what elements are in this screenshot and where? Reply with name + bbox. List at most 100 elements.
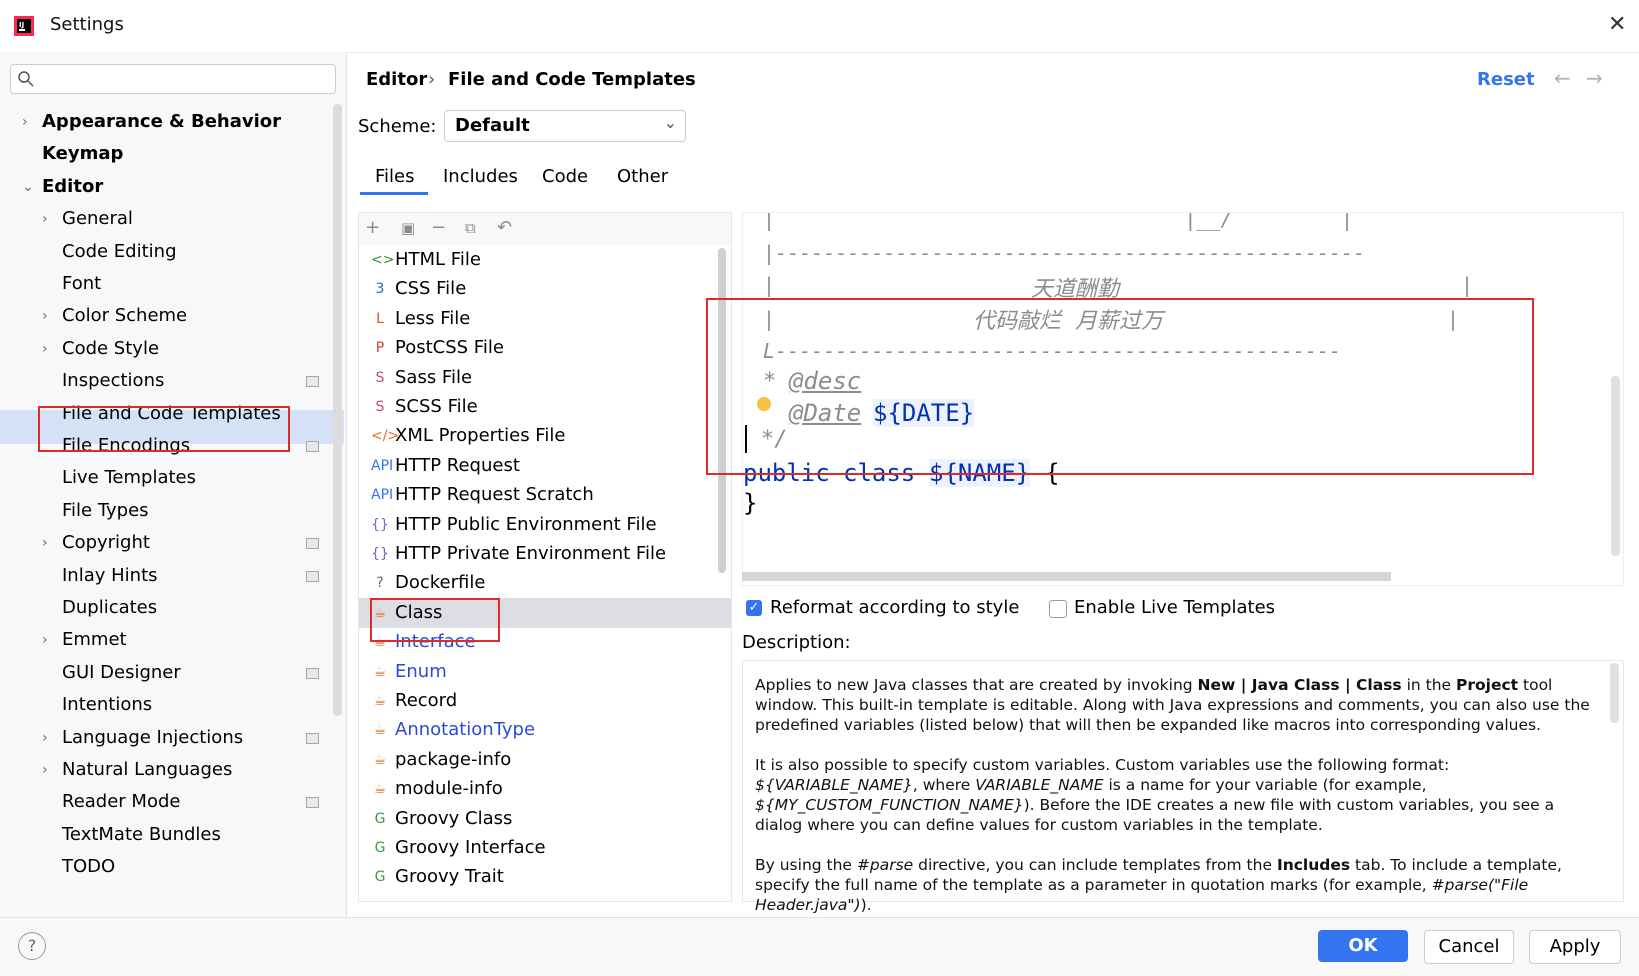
chevron-right-icon[interactable]: › xyxy=(42,301,48,331)
chevron-right-icon[interactable]: › xyxy=(42,625,48,655)
apply-button[interactable]: Apply xyxy=(1529,930,1621,964)
sidebar-item[interactable]: Language Injections xyxy=(62,723,243,753)
sidebar-item[interactable]: Inlay Hints xyxy=(62,561,158,591)
sidebar-item[interactable]: Keymap xyxy=(42,139,123,169)
code-line: | |__/ | xyxy=(763,212,1354,231)
project-level-icon xyxy=(306,441,319,452)
template-type-icon: L xyxy=(376,310,384,327)
template-list-item[interactable]: S Sass File xyxy=(359,363,731,393)
close-icon[interactable]: ✕ xyxy=(1608,12,1626,37)
forward-arrow-icon[interactable]: → xyxy=(1586,66,1603,90)
template-label: Less File xyxy=(395,307,471,329)
reset-icon[interactable]: ↶ xyxy=(497,217,512,238)
template-label: HTTP Public Environment File xyxy=(395,513,657,535)
template-list-item[interactable]: L Less File xyxy=(359,304,731,334)
chevron-right-icon[interactable]: › xyxy=(42,204,48,234)
sidebar-item[interactable]: TODO xyxy=(62,852,115,882)
search-icon xyxy=(18,71,34,87)
chevron-right-icon[interactable]: › xyxy=(42,334,48,364)
sidebar-item[interactable]: GUI Designer xyxy=(62,658,181,688)
sidebar-item[interactable]: Emmet xyxy=(62,625,127,655)
template-list-item[interactable]: {} HTTP Private Environment File xyxy=(359,539,731,569)
description-panel: Applies to new Java classes that are cre… xyxy=(742,660,1624,914)
template-list-item[interactable]: S SCSS File xyxy=(359,392,731,422)
remove-icon[interactable]: − xyxy=(431,217,446,238)
sidebar-item[interactable]: Live Templates xyxy=(62,463,196,493)
project-level-icon xyxy=(306,570,319,582)
sidebar-item[interactable]: Color Scheme xyxy=(62,301,187,331)
chevron-right-icon[interactable]: › xyxy=(42,723,48,753)
tab-files[interactable]: Files xyxy=(375,166,415,187)
intellij-app-icon: IJ xyxy=(14,16,34,36)
sidebar-item[interactable]: Reader Mode xyxy=(62,787,180,817)
help-icon[interactable]: ? xyxy=(18,932,46,960)
tab-code[interactable]: Code xyxy=(542,166,588,187)
highlight-box-class xyxy=(370,598,500,642)
template-list-item[interactable]: </> XML Properties File xyxy=(359,421,731,451)
add-icon[interactable]: + xyxy=(365,217,380,238)
page-title: File and Code Templates xyxy=(448,69,696,90)
template-list-item[interactable]: {} HTTP Public Environment File xyxy=(359,510,731,540)
chevron-right-icon[interactable]: › xyxy=(22,107,28,137)
cancel-button[interactable]: Cancel xyxy=(1424,930,1514,964)
sidebar-item[interactable]: Editor xyxy=(42,172,103,202)
sidebar-item[interactable]: TextMate Bundles xyxy=(62,820,221,850)
template-list-item[interactable]: 3 CSS File xyxy=(359,274,731,304)
template-list-item[interactable]: <> HTML File xyxy=(359,245,731,275)
template-list-item[interactable]: API HTTP Request Scratch xyxy=(359,480,731,510)
editor-vertical-scrollbar[interactable] xyxy=(1611,376,1620,556)
reformat-label[interactable]: Reformat according to style xyxy=(770,597,1019,618)
sidebar-item[interactable]: Code Style xyxy=(62,334,159,364)
sidebar-item[interactable]: Duplicates xyxy=(62,593,157,623)
template-list-item[interactable]: ☕ AnnotationType xyxy=(359,715,731,745)
editor-horizontal-scrollbar[interactable] xyxy=(742,572,1391,581)
chevron-right-icon[interactable]: › xyxy=(42,528,48,558)
tab-includes[interactable]: Includes xyxy=(443,166,518,187)
sidebar-item[interactable]: File Types xyxy=(62,496,149,526)
sidebar-item[interactable]: Inspections xyxy=(62,366,164,396)
scheme-dropdown[interactable]: Default ⌄ xyxy=(444,110,686,142)
template-list-item[interactable]: ☕ package-info xyxy=(359,745,731,775)
tab-other[interactable]: Other xyxy=(617,166,668,187)
template-label: Sass File xyxy=(395,366,473,388)
sidebar-item[interactable]: Natural Languages xyxy=(62,755,232,785)
template-label: CSS File xyxy=(395,278,467,300)
template-list-item[interactable]: ☕ Record xyxy=(359,686,731,716)
add-child-icon[interactable]: ▣ xyxy=(401,219,415,237)
chevron-right-icon[interactable]: › xyxy=(42,755,48,785)
template-label: package-info xyxy=(395,748,512,770)
template-list-item[interactable]: G Groovy Interface xyxy=(359,833,731,863)
reset-button[interactable]: Reset xyxy=(1477,69,1535,90)
sidebar-item[interactable]: Code Editing xyxy=(62,237,177,267)
sidebar-item[interactable]: Font xyxy=(62,269,101,299)
template-list-item[interactable]: G Groovy Class xyxy=(359,804,731,834)
copy-icon[interactable]: ⧉ xyxy=(465,219,476,237)
sidebar-scrollbar[interactable] xyxy=(333,104,342,716)
sidebar-item[interactable]: Appearance & Behavior xyxy=(42,107,281,137)
live-templates-checkbox[interactable] xyxy=(1049,600,1067,618)
template-type-icon: S xyxy=(375,369,385,386)
template-label: HTTP Private Environment File xyxy=(395,543,667,564)
list-toolbar: + ▣ − ⧉ ↶ xyxy=(359,213,731,245)
template-list-item[interactable]: P PostCSS File xyxy=(359,333,731,363)
template-list-item[interactable]: API HTTP Request xyxy=(359,451,731,481)
template-list-item[interactable]: ? Dockerfile xyxy=(359,568,731,598)
back-arrow-icon[interactable]: ← xyxy=(1554,66,1571,90)
project-level-icon xyxy=(306,667,319,679)
ok-button[interactable]: OK xyxy=(1318,930,1408,962)
breadcrumb-parent[interactable]: Editor xyxy=(366,69,427,90)
reformat-checkbox[interactable]: ✓ xyxy=(746,600,762,616)
template-list-item[interactable]: ☕ Enum xyxy=(359,657,731,687)
project-level-icon xyxy=(306,797,319,809)
template-list-item[interactable]: ☕ module-info xyxy=(359,774,731,804)
search-input[interactable] xyxy=(10,64,336,94)
template-list-item[interactable]: G Groovy Trait xyxy=(359,862,731,892)
chevron-down-icon[interactable]: ⌄ xyxy=(22,172,34,202)
sidebar-item[interactable]: Copyright xyxy=(62,528,150,558)
template-type-icon: API xyxy=(371,457,394,474)
sidebar-item[interactable]: Intentions xyxy=(62,690,152,720)
description-scrollbar[interactable] xyxy=(1610,663,1619,723)
template-type-icon: {} xyxy=(371,546,389,562)
sidebar-item[interactable]: General xyxy=(62,204,133,234)
live-templates-label[interactable]: Enable Live Templates xyxy=(1074,597,1275,618)
